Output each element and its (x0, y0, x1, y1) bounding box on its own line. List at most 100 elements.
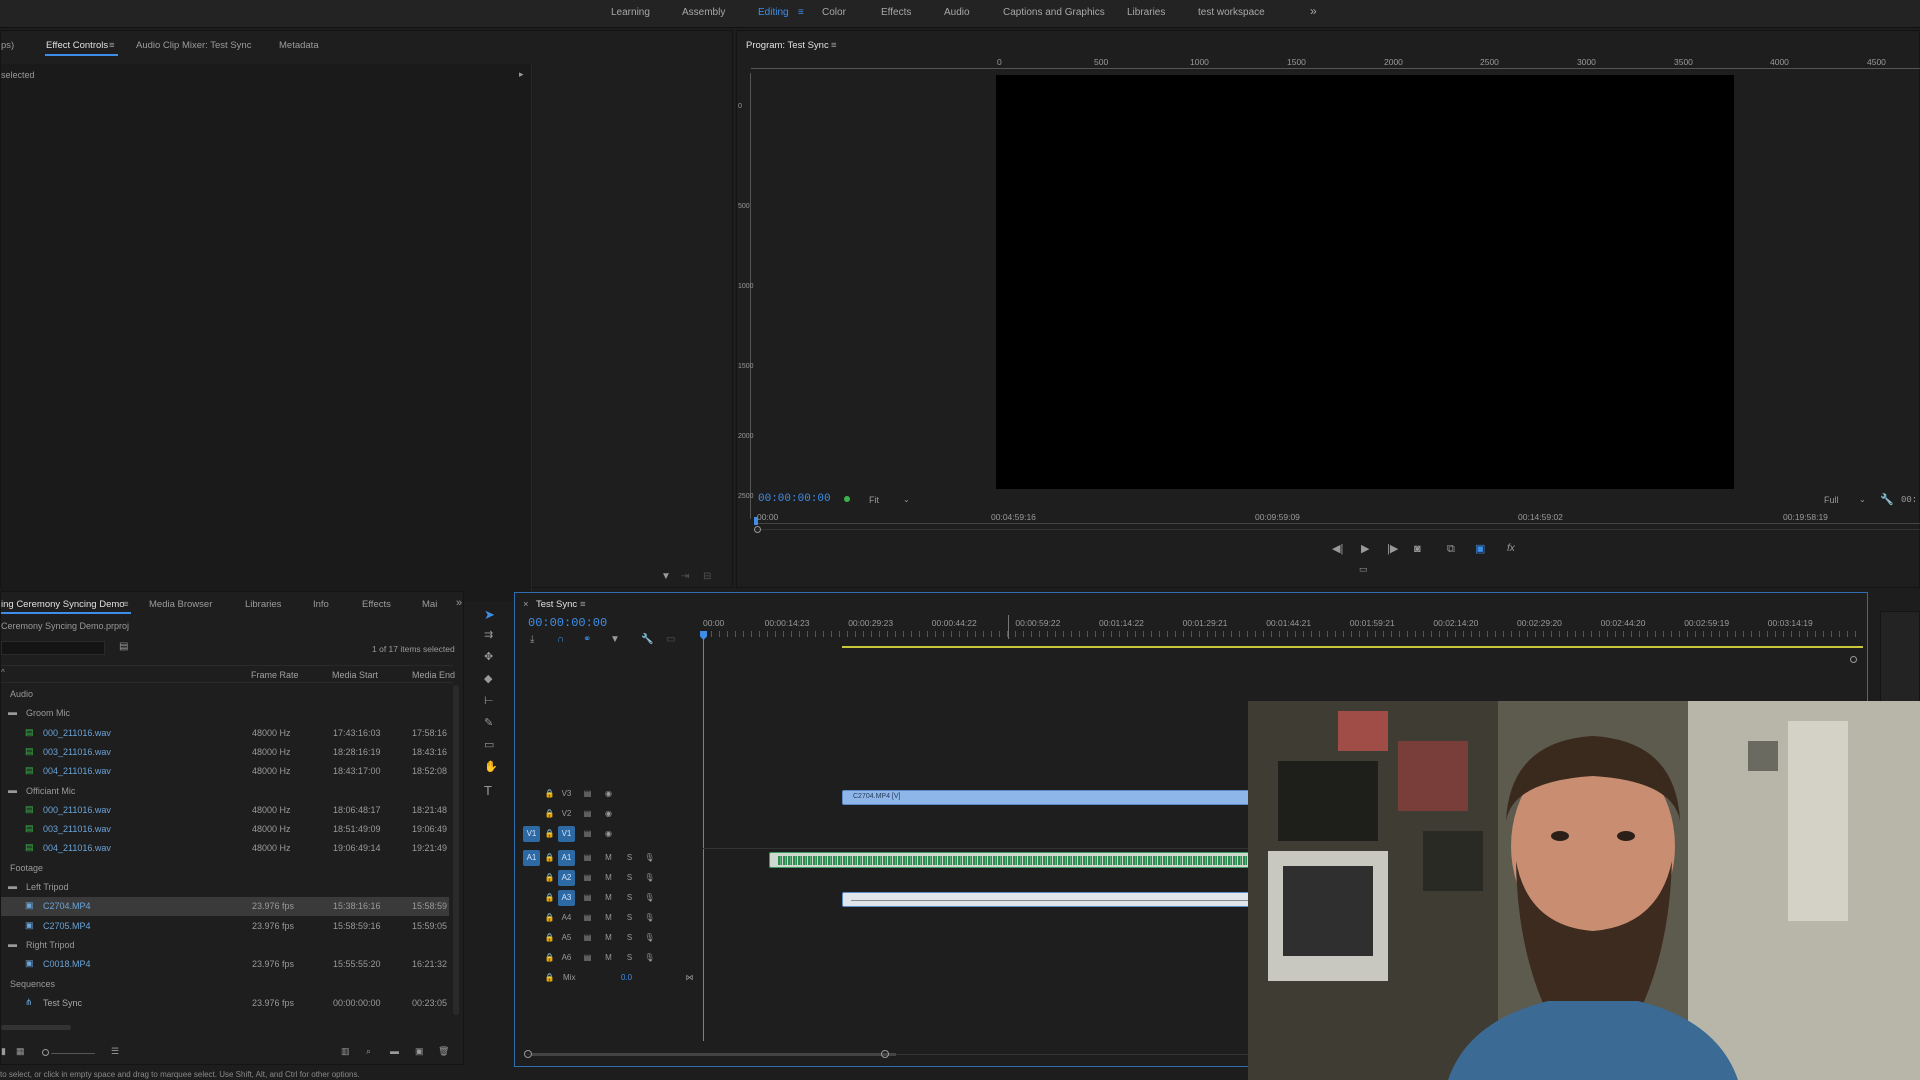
camera-icon[interactable]: ◙ (1414, 544, 1421, 555)
sync-lock-icon[interactable]: ▤ (579, 890, 596, 906)
source-patch-v1[interactable]: V1 (523, 826, 540, 842)
program-timecode[interactable]: 00:00:00:00 (758, 493, 831, 505)
automate-icon[interactable]: ▥ (341, 1047, 350, 1056)
workspace-libraries[interactable]: Libraries (1127, 7, 1165, 18)
track-lock-icon[interactable]: 🔒 (541, 870, 558, 886)
column-frame-rate[interactable]: Frame Rate (251, 670, 299, 680)
tab-effect-controls[interactable]: Effect Controls (46, 40, 108, 51)
project-row[interactable]: Audio (1, 685, 449, 704)
mix-end-icon[interactable]: ⋈ (681, 970, 698, 986)
project-row[interactable]: ▬ Officiant Mic (1, 782, 449, 801)
scroll-right-handle[interactable] (881, 1050, 889, 1058)
timeline-title[interactable]: Test Sync (536, 599, 577, 610)
program-video-frame[interactable] (996, 75, 1734, 489)
track-target-a3[interactable]: A3 (558, 890, 575, 906)
lock-icon[interactable]: ▮ (1, 1047, 6, 1056)
program-title[interactable]: Program: Test Sync (746, 40, 829, 51)
solo-button[interactable]: S (621, 850, 638, 866)
solo-button[interactable]: S (621, 930, 638, 946)
track-target-v3[interactable]: V3 (558, 786, 575, 802)
project-row[interactable]: ▣ C2705.MP4 23.976 fps 15:58:59:16 15:59:05 (1, 917, 449, 936)
type-tool-icon[interactable]: T (484, 784, 492, 797)
program-playhead[interactable] (754, 517, 758, 525)
play-icon[interactable]: ▶ (1361, 544, 1369, 555)
workspace-audio[interactable]: Audio (944, 7, 970, 18)
razor-icon[interactable]: ◆ (484, 674, 492, 685)
track-lock-icon[interactable]: 🔒 (541, 850, 558, 866)
mute-button[interactable]: M (600, 890, 617, 906)
toggle-output-icon[interactable]: ◉ (600, 826, 617, 842)
voiceover-icon[interactable]: 🎙 (641, 870, 658, 886)
column-media-start[interactable]: Media Start (332, 670, 378, 680)
search-input[interactable] (1, 641, 105, 655)
workspace-overflow-icon[interactable]: » (1310, 4, 1317, 18)
step-back-icon[interactable]: ◀| (1332, 544, 1343, 555)
source-patch-a1[interactable]: A1 (523, 850, 540, 866)
voiceover-icon[interactable]: 🎙 (641, 930, 658, 946)
tab-media-browser[interactable]: Media Browser (149, 599, 212, 610)
sync-lock-icon[interactable]: ▤ (579, 826, 596, 842)
sync-lock-icon[interactable]: ▤ (579, 806, 596, 822)
track-target-v2[interactable]: V2 (558, 806, 575, 822)
sync-lock-icon[interactable]: ▤ (579, 910, 596, 926)
sync-lock-icon[interactable]: ▤ (579, 786, 596, 802)
project-row[interactable]: Sequences (1, 975, 449, 994)
project-row[interactable]: ▬ Right Tripod (1, 936, 449, 955)
compare-icon[interactable]: ⧉ (1447, 544, 1455, 555)
track-target-a2[interactable]: A2 (558, 870, 575, 886)
solo-button[interactable]: S (621, 950, 638, 966)
project-row[interactable]: ▬ Left Tripod (1, 878, 449, 897)
wrench-icon[interactable]: 🔧 (1880, 493, 1894, 506)
close-icon[interactable]: × (523, 599, 529, 610)
pen-icon[interactable]: ✎ (484, 718, 493, 729)
mute-button[interactable]: M (600, 870, 617, 886)
playhead-head[interactable] (700, 631, 707, 640)
project-row[interactable]: Footage (1, 859, 449, 878)
zoom-slider-handle[interactable] (42, 1049, 49, 1056)
expand-arrow-icon[interactable]: ▸ (519, 69, 524, 80)
new-bin-icon[interactable]: ▬ (390, 1047, 399, 1056)
solo-button[interactable]: S (621, 910, 638, 926)
project-row[interactable]: ▤ 003_211016.wav 48000 Hz 18:28:16:19 18:43:… (1, 743, 449, 762)
clear-icon[interactable]: ⊟ (703, 572, 711, 582)
mix-volume-value[interactable]: 0.0 (621, 973, 632, 982)
track-lock-icon[interactable]: 🔒 (541, 910, 558, 926)
sync-lock-icon[interactable]: ▤ (579, 870, 596, 886)
timeline-ruler[interactable]: 00:00 00:00:14:23 00:00:29:23 00:00:44:22 00… (703, 613, 1863, 633)
new-item-icon[interactable]: ▣ (415, 1047, 424, 1056)
track-select-icon[interactable]: ⇉ (484, 630, 493, 641)
toggle-output-icon[interactable]: ◉ (600, 786, 617, 802)
export-icon[interactable]: ⇥ (681, 572, 689, 582)
program-menu-icon[interactable]: ≡ (831, 40, 837, 51)
voiceover-icon[interactable]: 🎙 (641, 850, 658, 866)
panel-overflow-icon[interactable]: » (456, 597, 462, 609)
workspace-assembly[interactable]: Assembly (682, 7, 725, 18)
step-forward-icon[interactable]: |▶ (1387, 544, 1398, 555)
playhead-line[interactable] (703, 638, 704, 1041)
workspace-color[interactable]: Color (822, 7, 846, 18)
button-editor-icon[interactable]: ▭ (1359, 565, 1368, 574)
selection-tool-icon[interactable]: ➤ (484, 608, 495, 621)
sort-up-icon[interactable]: ^ (1, 669, 5, 677)
voiceover-icon[interactable]: 🎙 (641, 890, 658, 906)
vertical-scrollbar[interactable] (453, 685, 459, 1015)
scroll-left-handle[interactable] (524, 1050, 532, 1058)
project-row[interactable]: ▤ 003_211016.wav 48000 Hz 18:51:49:09 19:06:… (1, 820, 449, 839)
project-row[interactable]: ⋔ Test Sync 23.976 fps 00:00:00:00 00:23:05 (1, 994, 449, 1013)
track-target-a6[interactable]: A6 (558, 950, 575, 966)
timeline-scroll-thumb[interactable] (532, 1053, 896, 1056)
project-row[interactable]: ▣ C0018.MP4 23.976 fps 15:55:55:20 16:21:32 (1, 955, 449, 974)
slip-icon[interactable]: ⊢ (484, 696, 494, 707)
find-icon[interactable]: ⌕ (366, 1047, 371, 1056)
chevron-down-icon[interactable]: ⌄ (903, 495, 910, 504)
work-area-bar[interactable] (842, 646, 1863, 648)
tab-project[interactable]: ing Ceremony Syncing Demo (1, 599, 125, 610)
settings-wrench-icon[interactable]: 🔧 (641, 635, 653, 645)
project-row[interactable]: ▣ C2704.MP4 23.976 fps 15:38:16:16 15:58:59 (1, 897, 449, 917)
sync-lock-icon[interactable]: ▤ (579, 950, 596, 966)
ripple-edit-icon[interactable]: ✥ (484, 652, 493, 663)
workspace-menu-icon[interactable]: ≡ (798, 7, 804, 18)
captions-icon[interactable]: ▭ (666, 635, 675, 645)
mute-button[interactable]: M (600, 910, 617, 926)
track-target-a4[interactable]: A4 (558, 910, 575, 926)
